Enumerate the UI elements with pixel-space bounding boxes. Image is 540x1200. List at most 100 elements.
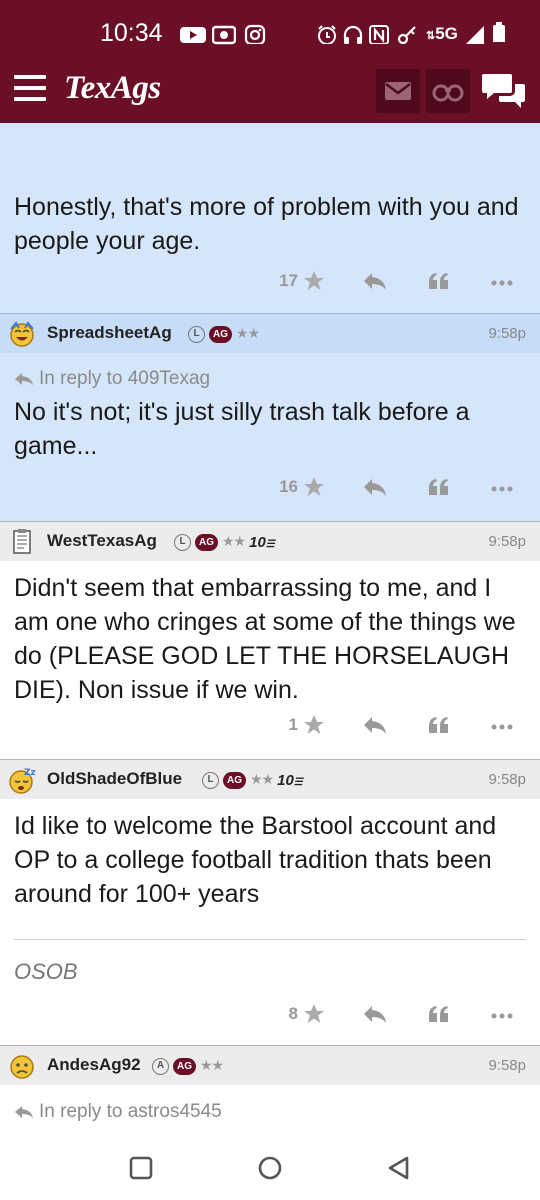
headphones-icon [343, 25, 363, 44]
youtube-icon [180, 27, 206, 43]
hamburger-icon[interactable] [14, 75, 46, 103]
quote-icon[interactable] [425, 1002, 455, 1032]
more-options-icon[interactable] [488, 1002, 518, 1032]
post-body: Honestly, that's more of problem with yo… [14, 193, 519, 255]
camera-app-icon [212, 25, 236, 45]
post-body: No it's not; it's just silly trash talk … [14, 398, 470, 460]
reply-icon[interactable] [362, 713, 392, 743]
nfc-icon [369, 25, 389, 44]
status-bar: 10:34 ⇅5G [0, 0, 540, 58]
username[interactable]: SpreadsheetAg [47, 323, 172, 343]
reply-icon[interactable] [362, 1002, 392, 1032]
back-icon[interactable] [386, 1155, 412, 1183]
post-time: 9:58p [488, 533, 526, 550]
reply-icon[interactable] [362, 475, 392, 505]
recent-apps-icon[interactable] [128, 1155, 154, 1181]
post-time: 9:58p [488, 325, 526, 342]
post-actions: 17 [0, 269, 540, 299]
post-item: AndesAg92 A AG ★★ 9:58p In reply to astr… [0, 1045, 540, 1135]
reply-to-link[interactable]: In reply to 409Texag [39, 368, 210, 390]
post-item: SpreadsheetAg L AG ★★ 9:58p In reply to … [0, 313, 540, 521]
rating-stars: ★★ [236, 326, 260, 342]
reply-to-link[interactable]: In reply to astros4545 [39, 1101, 222, 1123]
ag-badge: AG [209, 325, 232, 343]
user-badges: L AG ★★ 10☰ [174, 533, 275, 551]
quote-icon[interactable] [425, 269, 455, 299]
level-badge: A [152, 1057, 169, 1075]
rating-stars: ★★ [250, 772, 274, 788]
ten-year-badge: 10☰ [277, 771, 303, 789]
user-badges: A AG ★★ [152, 1057, 224, 1075]
star-icon[interactable] [302, 713, 332, 743]
mail-button[interactable] [376, 69, 420, 113]
username[interactable]: WestTexasAg [47, 531, 157, 551]
status-time: 10:34 [100, 19, 163, 47]
reply-icon[interactable] [362, 269, 392, 299]
instagram-icon [244, 24, 266, 44]
star-count: 16 [279, 477, 298, 496]
user-avatar[interactable] [8, 1052, 36, 1080]
more-options-icon[interactable] [488, 475, 518, 505]
post-actions: 1 [0, 713, 540, 743]
post-body: Id like to welcome the Barstool account … [14, 812, 497, 908]
post-header: SpreadsheetAg L AG ★★ 9:58p [0, 313, 540, 353]
binoculars-icon [432, 84, 464, 102]
post-header: WestTexasAg L AG ★★ 10☰ 9:58p [0, 521, 540, 561]
binoculars-button[interactable] [426, 69, 470, 113]
post-signature: OSOB [14, 959, 78, 984]
network-type-label: ⇅5G [426, 24, 458, 43]
user-avatar[interactable] [8, 320, 36, 348]
site-logo[interactable]: TexAgs [64, 70, 161, 107]
rating-stars: ★★ [222, 534, 246, 550]
chat-bubbles-icon[interactable] [481, 70, 527, 112]
username[interactable]: AndesAg92 [47, 1055, 141, 1075]
post-item: Zz OldShadeOfBlue L AG ★★ 10☰ 9:58p Id l… [0, 759, 540, 1045]
battery-icon [493, 22, 505, 42]
svg-text:Zz: Zz [24, 768, 36, 778]
top-navigation-bar: TexAgs [0, 58, 540, 123]
signal-icon [466, 26, 484, 44]
signature-divider [14, 939, 526, 940]
quote-icon[interactable] [425, 713, 455, 743]
star-icon[interactable] [302, 1002, 332, 1032]
post-item: Honestly, that's more of problem with yo… [0, 123, 540, 313]
user-badges: L AG ★★ 10☰ [202, 771, 303, 789]
post-time: 9:58p [488, 771, 526, 788]
star-count: 1 [288, 715, 298, 734]
username[interactable]: OldShadeOfBlue [47, 769, 182, 789]
star-count: 8 [288, 1004, 298, 1023]
ag-badge: AG [173, 1057, 196, 1075]
post-actions: 8 [0, 1002, 540, 1032]
more-options-icon[interactable] [488, 713, 518, 743]
post-header: Zz OldShadeOfBlue L AG ★★ 10☰ 9:58p [0, 759, 540, 799]
key-icon [397, 26, 416, 44]
reply-arrow-icon [15, 373, 33, 385]
post-actions: 16 [0, 475, 540, 505]
star-count: 17 [279, 271, 298, 290]
star-icon[interactable] [302, 269, 332, 299]
ag-badge: AG [195, 533, 218, 551]
rating-stars: ★★ [200, 1058, 224, 1074]
star-icon[interactable] [302, 475, 332, 505]
app-screen: 10:34 ⇅5G TexAgs Honestly, that's more o… [0, 0, 540, 1200]
level-badge: L [202, 771, 219, 789]
ag-badge: AG [223, 771, 246, 789]
mail-icon [385, 82, 411, 100]
post-header: AndesAg92 A AG ★★ 9:58p [0, 1045, 540, 1085]
post-body: Didn't seem that embarrassing to me, and… [14, 574, 516, 704]
user-avatar[interactable]: Zz [8, 766, 36, 794]
post-item: WestTexasAg L AG ★★ 10☰ 9:58p Didn't see… [0, 521, 540, 759]
reply-arrow-icon [15, 1106, 33, 1118]
level-badge: L [188, 325, 205, 343]
ten-year-badge: 10☰ [249, 533, 275, 551]
post-time: 9:58p [488, 1057, 526, 1074]
quote-icon[interactable] [425, 475, 455, 505]
user-badges: L AG ★★ [188, 325, 260, 343]
thread-feed: Honestly, that's more of problem with yo… [0, 123, 540, 1135]
user-avatar[interactable] [8, 528, 36, 556]
alarm-icon [318, 25, 336, 44]
level-badge: L [174, 533, 191, 551]
more-options-icon[interactable] [488, 269, 518, 299]
system-navigation-bar [0, 1135, 540, 1200]
home-icon[interactable] [256, 1155, 284, 1183]
